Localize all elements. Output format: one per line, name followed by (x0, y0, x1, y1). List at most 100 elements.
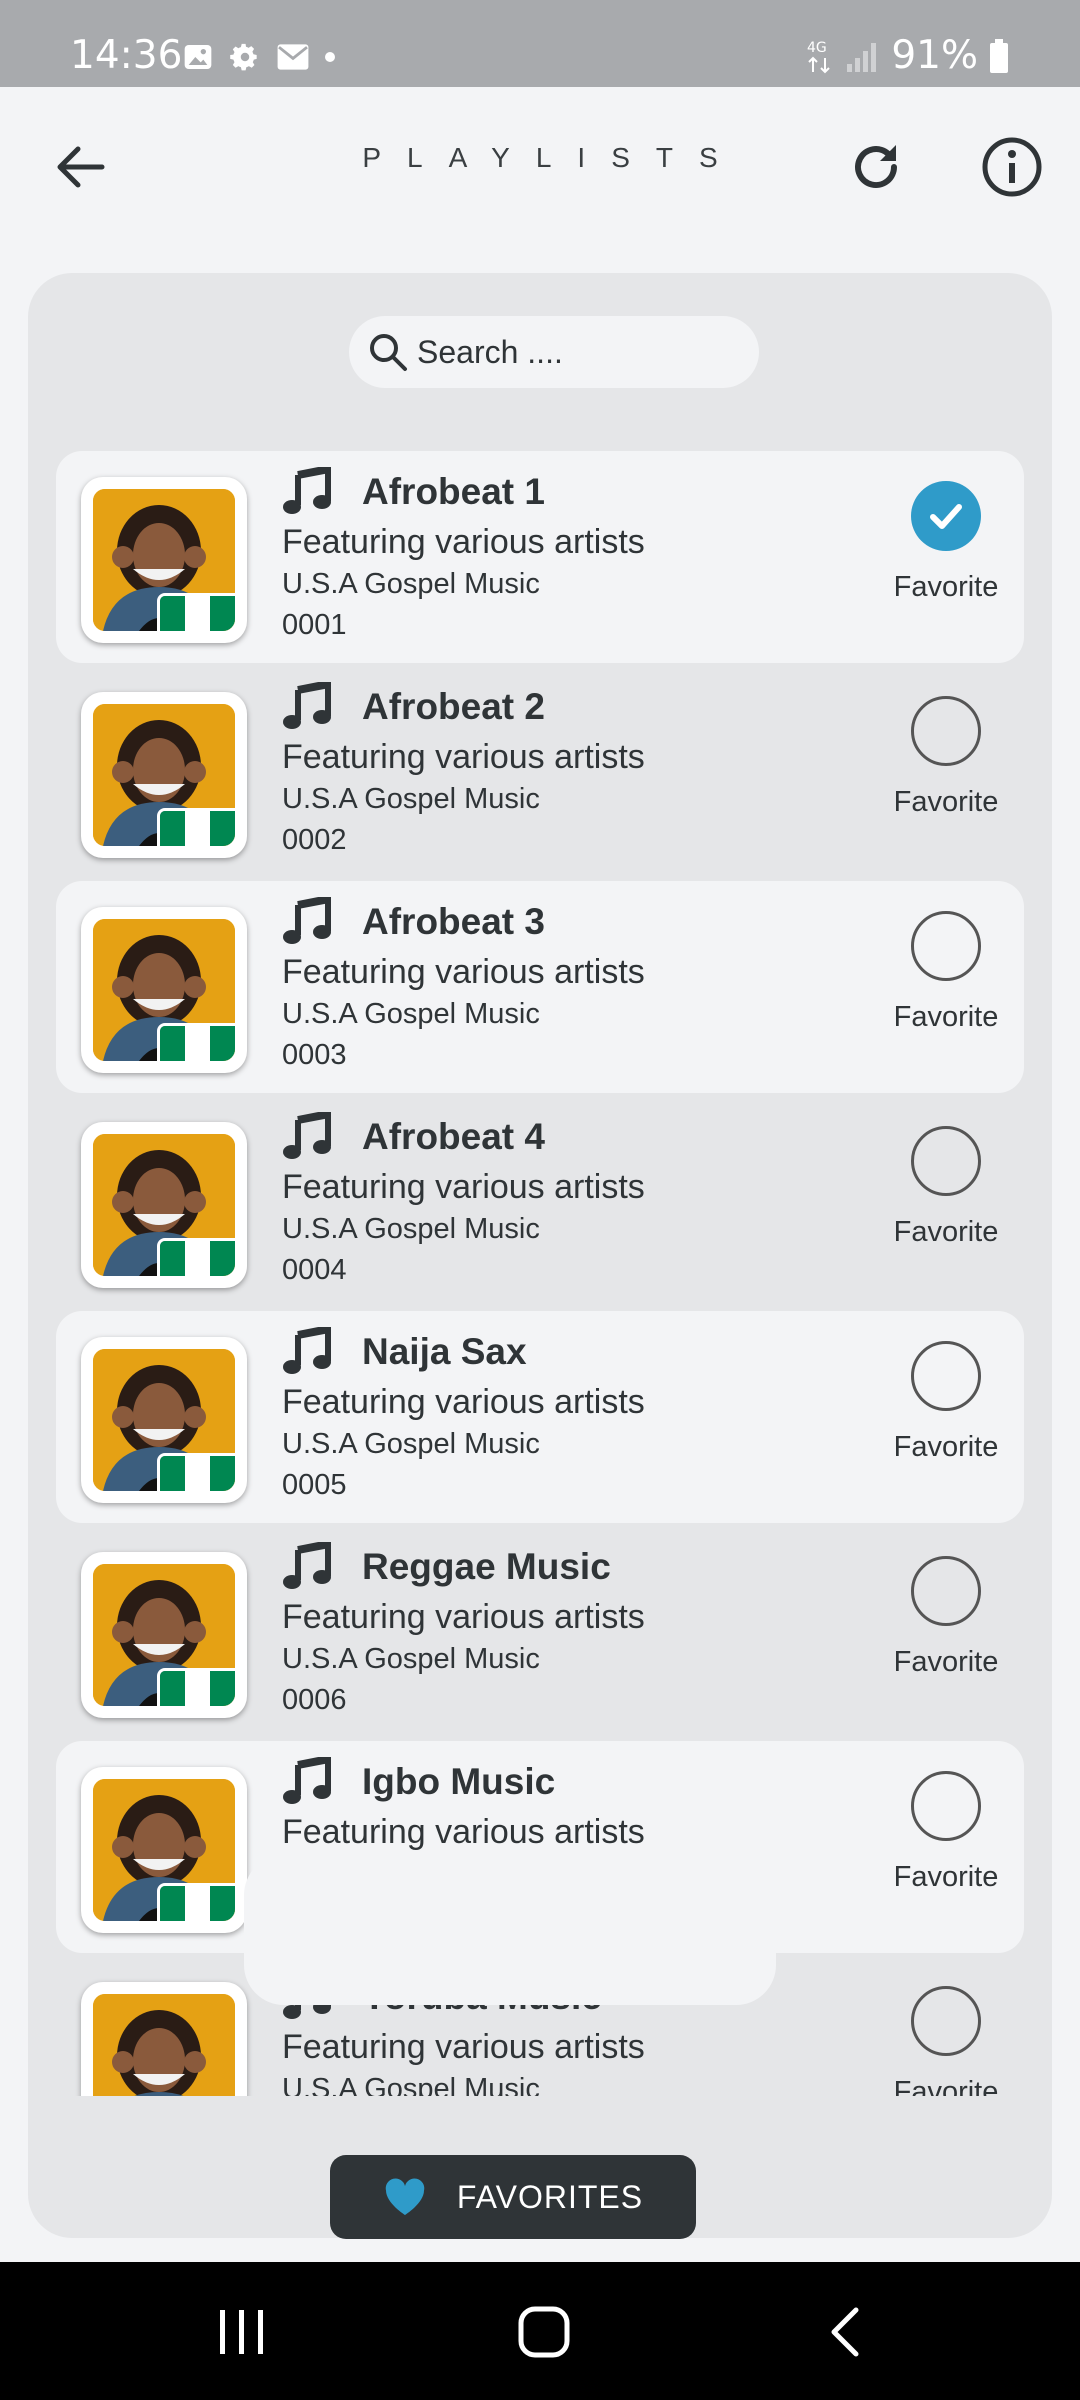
arrow-left-icon (57, 146, 105, 188)
favorite-label: Favorite (893, 2076, 999, 2096)
favorite-toggle[interactable]: Favorite (886, 696, 1006, 819)
mail-icon (277, 44, 309, 70)
playlist-subtitle: Featuring various artists (282, 523, 645, 561)
favorite-checkbox[interactable] (911, 696, 981, 766)
gear-icon (230, 43, 257, 71)
playlist-info: Afrobeat 1 Featuring various artists U.S… (282, 463, 645, 642)
favorite-checkbox[interactable] (911, 1126, 981, 1196)
favorite-toggle[interactable]: Favorite (886, 1341, 1006, 1464)
status-time: 14:36 (70, 33, 183, 78)
playlist-subtitle: Featuring various artists (282, 1168, 645, 1206)
system-status: 4G 91% (805, 33, 1010, 78)
nigeria-flag-icon (157, 1238, 235, 1276)
playlist-title: Afrobeat 4 (362, 1116, 545, 1157)
playlist-title: Igbo Music (362, 1761, 556, 1802)
favorite-checkbox[interactable] (911, 1986, 981, 2056)
favorite-checkbox[interactable] (911, 911, 981, 981)
favorite-checkbox[interactable] (911, 481, 981, 551)
battery-percent: 91% (891, 33, 978, 78)
music-note-icon (283, 682, 331, 729)
playlist-label: U.S.A Gospel Music (282, 783, 540, 815)
refresh-button[interactable] (846, 137, 906, 197)
playlist-thumbnail (81, 1982, 247, 2096)
playlist-item[interactable]: Afrobeat 3 Featuring various artists U.S… (56, 881, 1024, 1093)
favorite-checkbox[interactable] (911, 1341, 981, 1411)
playlist-subtitle: Featuring various artists (282, 1598, 645, 1636)
playlist-label: U.S.A Gospel Music (282, 1213, 540, 1245)
favorite-checkbox[interactable] (911, 1556, 981, 1626)
home-icon[interactable] (518, 2306, 570, 2358)
playlist-thumbnail (81, 1552, 247, 1718)
playlist-code: 0001 (282, 609, 347, 641)
playlist-info: Naija Sax Featuring various artists U.S.… (282, 1323, 645, 1502)
recent-apps-icon[interactable] (216, 2308, 268, 2356)
playlist-code: 0005 (282, 1469, 347, 1501)
playlist-subtitle: Featuring various artists (282, 1383, 645, 1421)
playlist-item[interactable]: Afrobeat 1 Featuring various artists U.S… (56, 451, 1024, 663)
playlist-subtitle: Featuring various artists (282, 1813, 645, 1851)
playlist-info: Afrobeat 2 Featuring various artists U.S… (282, 678, 645, 857)
playlist-info: Afrobeat 3 Featuring various artists U.S… (282, 893, 645, 1072)
playlist-item[interactable]: Afrobeat 2 Featuring various artists U.S… (56, 666, 1024, 878)
playlist-code: 0004 (282, 1254, 347, 1286)
playlist-thumbnail (81, 907, 247, 1073)
playlist-code: 0003 (282, 1039, 347, 1071)
playlist-label: U.S.A Gospel Music (282, 1428, 540, 1460)
playlist-label: U.S.A Gospel Music (282, 998, 540, 1030)
favorite-toggle[interactable]: Favorite (886, 1556, 1006, 1679)
heart-icon (385, 2178, 425, 2215)
playlist-subtitle: Featuring various artists (282, 2028, 645, 2066)
back-button[interactable] (50, 137, 110, 197)
notification-icons (182, 40, 336, 74)
back-nav-icon[interactable] (826, 2306, 862, 2358)
playlist-thumbnail (81, 1337, 247, 1503)
page-title: PLAYLISTS (362, 142, 744, 173)
svg-text:4G: 4G (807, 40, 827, 56)
system-nav-bar (0, 2262, 1080, 2400)
favorites-button[interactable]: FAVORITES (330, 2155, 696, 2239)
favorite-label: Favorite (893, 1861, 999, 1893)
check-icon (930, 504, 962, 529)
playlist-label: U.S.A Gospel Music (282, 1643, 540, 1675)
info-icon (982, 137, 1042, 197)
playlist-title: Afrobeat 1 (362, 471, 545, 512)
favorite-label: Favorite (893, 1216, 999, 1248)
data-4g-icon: 4G (807, 40, 831, 73)
favorite-toggle[interactable]: Favorite (886, 1126, 1006, 1249)
battery-icon (990, 38, 1008, 73)
music-note-icon (283, 1327, 331, 1374)
favorite-toggle[interactable]: Favorite (886, 1986, 1006, 2096)
artist-photo-icon (93, 1994, 235, 2096)
playlist-title: Afrobeat 3 (362, 901, 545, 942)
playlist-title: Reggae Music (362, 1546, 611, 1587)
search-input[interactable]: Search .... (349, 316, 759, 388)
nigeria-flag-icon (157, 1668, 235, 1706)
favorites-button-label: FAVORITES (456, 2178, 644, 2215)
playlist-list[interactable]: Afrobeat 1 Featuring various artists U.S… (56, 451, 1024, 2096)
playlist-title: Afrobeat 2 (362, 686, 545, 727)
favorite-label: Favorite (893, 571, 999, 603)
favorite-toggle[interactable]: Favorite (886, 1771, 1006, 1894)
playlist-item[interactable]: Reggae Music Featuring various artists U… (56, 1526, 1024, 1738)
favorite-toggle[interactable]: Favorite (886, 911, 1006, 1034)
dot-icon (325, 52, 335, 62)
playlist-thumbnail (81, 1767, 247, 1933)
favorite-checkbox[interactable] (911, 1771, 981, 1841)
nigeria-flag-icon (157, 593, 235, 631)
search-icon (370, 334, 407, 371)
playlist-item[interactable]: Naija Sax Featuring various artists U.S.… (56, 1311, 1024, 1523)
info-button[interactable] (980, 135, 1044, 199)
music-note-icon (283, 897, 331, 944)
playlist-thumbnail (81, 477, 247, 643)
playlist-subtitle: Featuring various artists (282, 953, 645, 991)
playlist-subtitle: Featuring various artists (282, 738, 645, 776)
playlist-thumbnail (81, 692, 247, 858)
favorite-label: Favorite (893, 786, 999, 818)
favorite-toggle[interactable]: Favorite (886, 481, 1006, 604)
playlist-info: Reggae Music Featuring various artists U… (282, 1538, 645, 1717)
playlist-item[interactable]: Afrobeat 4 Featuring various artists U.S… (56, 1096, 1024, 1308)
favorites-bar (244, 1855, 776, 2005)
music-note-icon (283, 1542, 331, 1589)
playlist-label: U.S.A Gospel Music (282, 2073, 540, 2096)
app-header: PLAYLISTS (0, 87, 1080, 277)
